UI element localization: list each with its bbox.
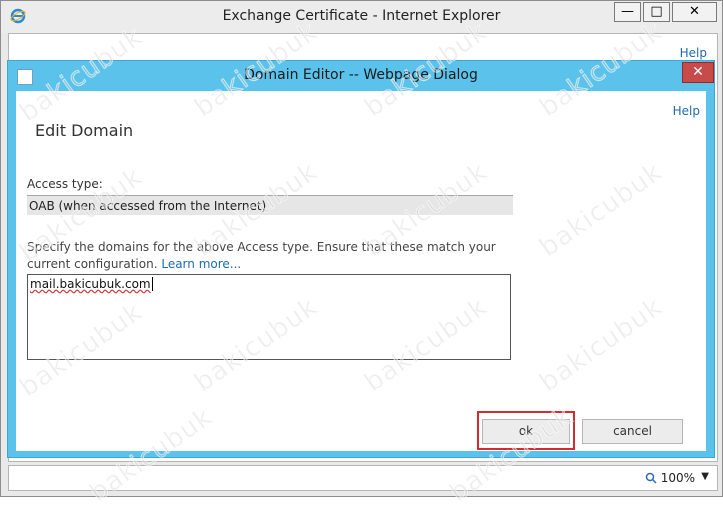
ok-button[interactable]: ok [482, 419, 570, 444]
dialog-close-button[interactable]: ✕ [682, 62, 714, 83]
close-icon: ✕ [689, 4, 700, 19]
minimize-icon: — [621, 4, 634, 19]
magnifier-icon [645, 472, 657, 484]
status-bar: 100% ▼ [8, 465, 718, 491]
cancel-button[interactable]: cancel [582, 419, 683, 444]
description-text: Specify the domains for the above Access… [27, 240, 496, 271]
domains-description: Specify the domains for the above Access… [27, 239, 507, 273]
access-type-label: Access type: [27, 177, 103, 191]
zoom-control[interactable]: 100% [645, 471, 695, 485]
text-cursor: ​ [151, 277, 153, 291]
outer-help-link[interactable]: Help [680, 46, 707, 60]
maximize-button[interactable]: □ [643, 2, 670, 22]
maximize-icon: □ [650, 4, 663, 19]
learn-more-link[interactable]: Learn more... [161, 257, 241, 271]
domains-textarea[interactable]: mail.bakicubuk.com​ [27, 274, 511, 360]
dialog-body: Help Edit Domain Access type: OAB (when … [16, 91, 706, 451]
access-type-field: OAB (when accessed from the Internet) [27, 195, 513, 215]
zoom-level: 100% [660, 471, 695, 485]
domain-entry: mail.bakicubuk.com [30, 277, 151, 291]
dialog-help-link[interactable]: Help [673, 104, 700, 118]
outer-close-button[interactable]: ✕ [672, 2, 717, 22]
dialog-title: Domain Editor -- Webpage Dialog [244, 67, 478, 83]
page-title: Edit Domain [35, 121, 134, 140]
minimize-button[interactable]: — [614, 2, 641, 22]
zoom-dropdown-icon[interactable]: ▼ [701, 471, 709, 482]
close-icon: ✕ [692, 64, 704, 80]
domain-editor-dialog: Domain Editor -- Webpage Dialog ✕ Help E… [7, 60, 715, 458]
outer-titlebar[interactable]: Exchange Certificate - Internet Explorer… [1, 1, 722, 33]
